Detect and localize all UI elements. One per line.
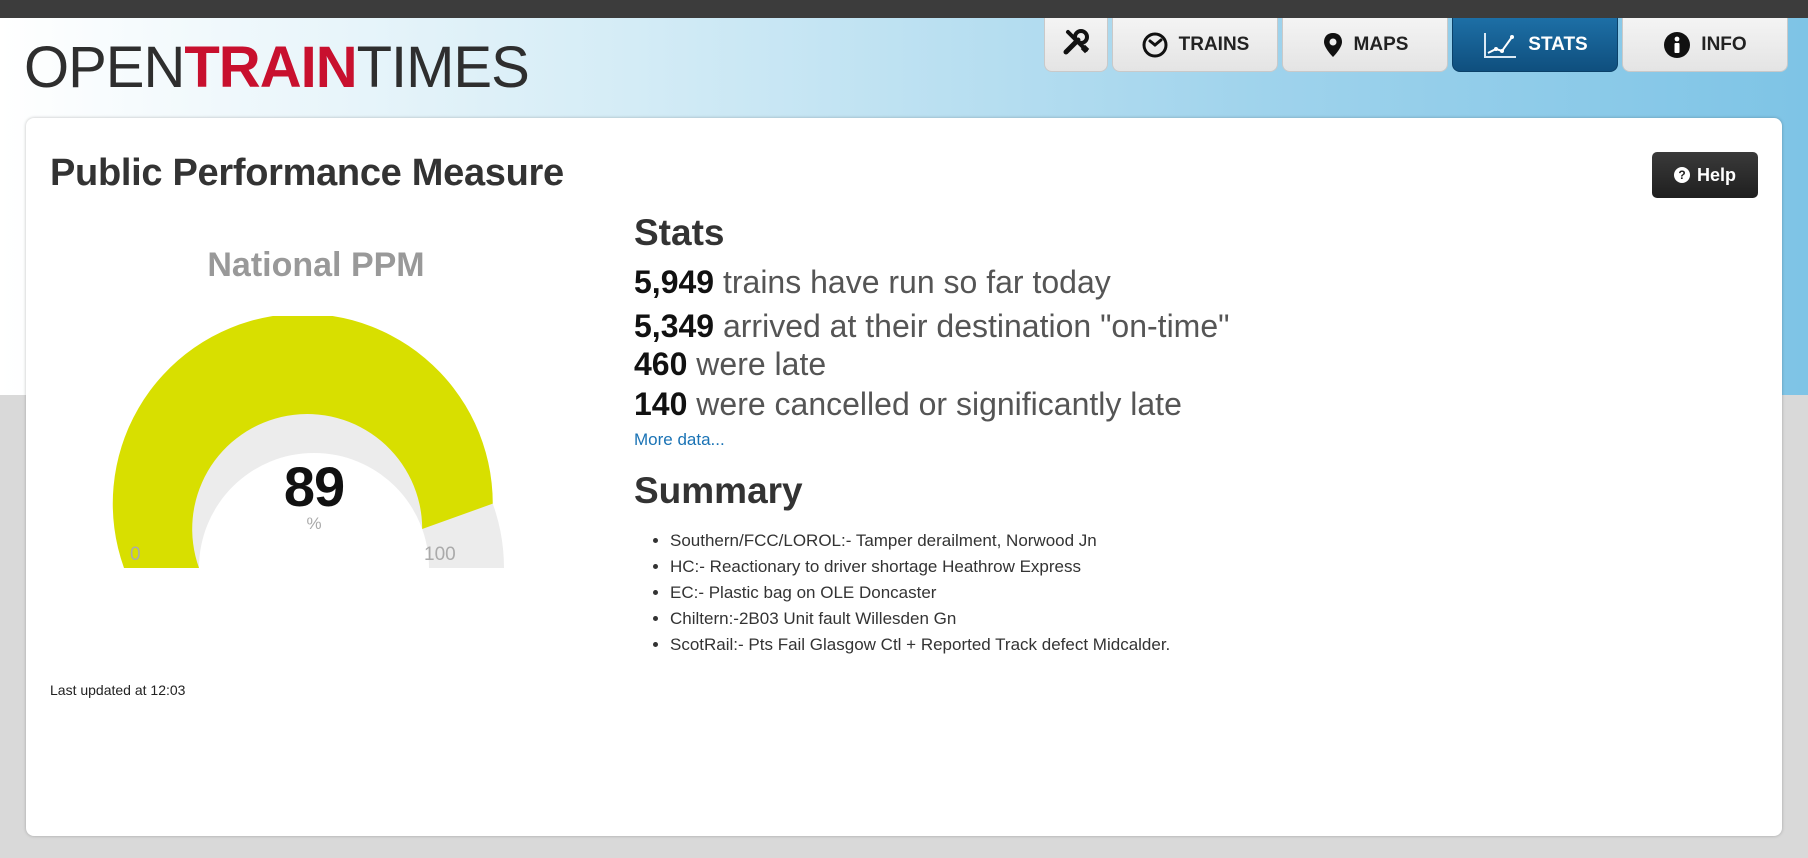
logo-times: TIMES <box>356 35 530 100</box>
nav-maps[interactable]: MAPS <box>1282 18 1448 72</box>
tools-icon <box>1062 28 1090 62</box>
stats-heading: Stats <box>634 212 725 253</box>
stat-text: were cancelled or significantly late <box>687 386 1182 422</box>
nav-info-label: INFO <box>1701 33 1747 55</box>
list-item: Chiltern:-2B03 Unit fault Willesden Gn <box>670 606 1170 632</box>
help-button[interactable]: ? Help <box>1652 152 1758 198</box>
page-title: Public Performance Measure <box>50 152 564 194</box>
clock-icon <box>1141 31 1169 59</box>
stat-line: 140 were cancelled or significantly late <box>634 386 1182 423</box>
summary-list: Southern/FCC/LOROL:- Tamper derailment, … <box>652 528 1170 658</box>
stat-line: 5,949 trains have run so far today <box>634 264 1111 301</box>
chart-icon <box>1482 31 1518 59</box>
nav-trains[interactable]: TRAINS <box>1112 18 1278 72</box>
logo-train: TRAIN <box>184 35 357 100</box>
tools-button[interactable] <box>1044 18 1108 72</box>
stat-number: 140 <box>634 386 688 422</box>
stat-text: trains have run so far today <box>714 264 1111 300</box>
stat-number: 460 <box>634 346 688 382</box>
gauge-value: 89 <box>283 455 345 518</box>
list-item: Southern/FCC/LOROL:- Tamper derailment, … <box>670 528 1170 554</box>
nav-info[interactable]: INFO <box>1622 18 1788 72</box>
site-logo[interactable]: OPENTRAINTIMES <box>24 35 530 100</box>
stat-number: 5,349 <box>634 308 715 344</box>
info-icon <box>1663 31 1691 59</box>
nav-trains-label: TRAINS <box>1178 33 1250 55</box>
top-bar <box>0 0 1808 18</box>
stat-number: 5,949 <box>634 264 715 300</box>
list-item: EC:- Plastic bag on OLE Doncaster <box>670 580 1170 606</box>
gauge-max-label: 100 <box>424 544 456 565</box>
last-updated: Last updated at 12:03 <box>50 682 186 698</box>
map-pin-icon <box>1322 31 1344 59</box>
help-label: Help <box>1696 164 1736 185</box>
list-item: ScotRail:- Pts Fail Glasgow Ctl + Report… <box>670 632 1170 658</box>
gauge-min-label: 0 <box>130 544 141 565</box>
nav-maps-label: MAPS <box>1353 33 1409 55</box>
stat-text: were late <box>687 346 827 382</box>
ppm-gauge <box>112 316 504 568</box>
more-data-link[interactable]: More data... <box>634 430 725 450</box>
list-item: HC:- Reactionary to driver shortage Heat… <box>670 554 1170 580</box>
stat-line: 460 were late <box>634 346 826 383</box>
help-icon: ? <box>1673 167 1690 183</box>
logo-open: OPEN <box>24 35 185 100</box>
gauge-unit: % <box>306 514 322 533</box>
main-panel: Public Performance Measure ? Help Nation… <box>26 118 1782 836</box>
gauge-title: National PPM <box>207 246 425 284</box>
stat-text: arrived at their destination "on-time" <box>714 308 1230 344</box>
summary-heading: Summary <box>634 470 803 511</box>
nav-stats[interactable]: STATS <box>1452 18 1618 72</box>
stat-line: 5,349 arrived at their destination "on-t… <box>634 308 1229 345</box>
nav-stats-label: STATS <box>1528 33 1588 55</box>
